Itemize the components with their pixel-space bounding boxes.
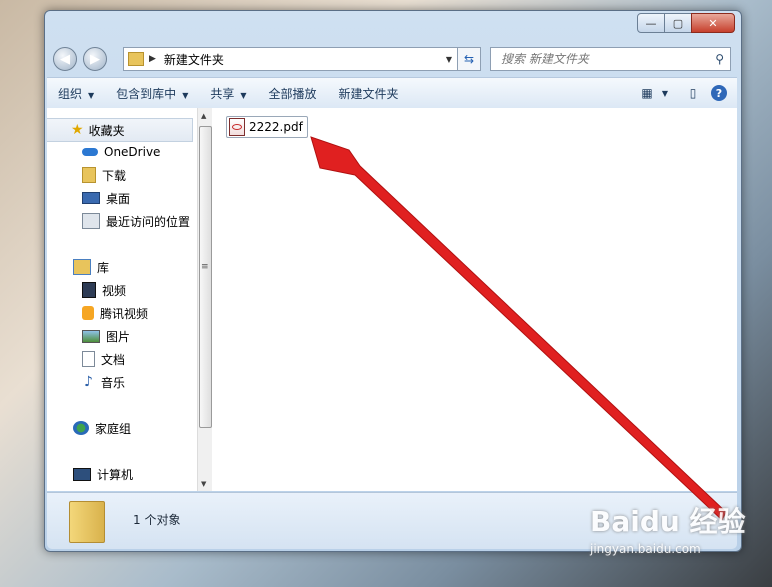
back-arrow-icon: ◀ — [60, 51, 70, 67]
nav-onedrive-label: OneDrive — [104, 145, 161, 159]
chevron-down-icon[interactable]: ▼ — [446, 55, 452, 64]
navigation-pane: ★ 收藏夹 OneDrive 下载 桌面 最近访问的位置 库 视频 腾讯视频 图… — [47, 108, 197, 491]
nav-pictures-label: 图片 — [106, 329, 131, 344]
nav-videos[interactable]: 视频 — [47, 279, 197, 301]
file-list[interactable]: 2222.pdf — [212, 108, 737, 491]
maximize-button[interactable]: ▢ — [664, 13, 692, 33]
nav-videos-label: 视频 — [102, 283, 127, 298]
item-count: 1 个对象 — [133, 513, 181, 527]
include-in-library-menu[interactable]: 包含到库中 ▼ — [105, 85, 199, 102]
refresh-icon: ⇆ — [463, 52, 475, 66]
homegroup-icon — [73, 421, 89, 435]
nav-pane-scrollbar[interactable]: ▲ ≡ ▼ — [197, 108, 212, 491]
chevron-down-icon: ▼ — [240, 90, 247, 100]
pictures-icon — [82, 329, 100, 343]
share-menu[interactable]: 共享 ▼ — [199, 85, 257, 102]
document-icon — [82, 351, 95, 367]
scrollbar-thumb[interactable] — [199, 126, 212, 428]
breadcrumb-current[interactable]: 新建文件夹 — [164, 51, 224, 68]
share-label: 共享 — [210, 86, 235, 101]
nav-homegroup-label: 家庭组 — [95, 421, 132, 436]
nav-libraries-label: 库 — [97, 260, 110, 275]
breadcrumb-separator-icon: ▶ — [149, 54, 156, 64]
scroll-down-icon[interactable]: ▼ — [201, 480, 206, 488]
view-dropdown-icon[interactable]: ▼ — [659, 89, 671, 98]
download-folder-icon — [82, 167, 96, 183]
nav-computer-label: 计算机 — [97, 467, 134, 482]
folder-icon — [128, 52, 144, 66]
watermark-brand: Baidu 经验 — [590, 505, 746, 538]
forward-arrow-icon: ▶ — [90, 51, 100, 67]
nav-music[interactable]: ♪ 音乐 — [47, 371, 197, 393]
address-bar[interactable]: ▶ 新建文件夹 ▼ — [123, 47, 459, 71]
back-button[interactable]: ◀ — [53, 47, 77, 71]
command-bar: 组织 ▼ 包含到库中 ▼ 共享 ▼ 全部播放 新建文件夹 ▦ ▼ ▯ ? — [47, 77, 737, 109]
video-icon — [82, 282, 96, 298]
explorer-window: — ▢ ✕ ◀ ▶ ▶ 新建文件夹 ▼ ⇆ ⚲ 组织 ▼ 包含到库中 ▼ 共享 ▼ 全… — [44, 10, 742, 552]
forward-button[interactable]: ▶ — [83, 47, 107, 71]
nav-documents-label: 文档 — [101, 352, 126, 367]
include-in-library-label: 包含到库中 — [116, 86, 177, 101]
help-icon[interactable]: ? — [711, 85, 727, 101]
nav-documents[interactable]: 文档 — [47, 348, 197, 370]
scroll-up-icon[interactable]: ▲ — [201, 112, 206, 120]
search-box[interactable]: ⚲ — [490, 47, 731, 71]
preview-pane-icon[interactable]: ▯ — [681, 86, 705, 100]
search-icon[interactable]: ⚲ — [715, 52, 724, 66]
cloud-icon — [82, 148, 98, 156]
pdf-file-icon — [229, 118, 245, 136]
nav-tencent-video-label: 腾讯视频 — [100, 306, 149, 321]
library-icon — [73, 259, 91, 275]
nav-recent[interactable]: 最近访问的位置 — [47, 210, 197, 232]
close-button[interactable]: ✕ — [691, 13, 735, 33]
nav-favorites[interactable]: ★ 收藏夹 — [47, 118, 193, 142]
star-icon: ★ — [71, 122, 84, 138]
nav-desktop-label: 桌面 — [106, 191, 131, 206]
view-options-icon[interactable]: ▦ — [635, 86, 659, 100]
computer-icon — [73, 467, 91, 481]
recent-places-icon — [82, 213, 100, 229]
nav-onedrive[interactable]: OneDrive — [47, 141, 197, 163]
nav-computer[interactable]: 计算机 — [47, 463, 197, 485]
file-item[interactable]: 2222.pdf — [226, 116, 308, 138]
nav-homegroup[interactable]: 家庭组 — [47, 417, 197, 439]
chevron-down-icon: ▼ — [182, 90, 189, 100]
organize-menu[interactable]: 组织 ▼ — [47, 85, 105, 102]
nav-desktop[interactable]: 桌面 — [47, 187, 197, 209]
baidu-watermark: Baidu 经验 jingyan.baidu.com — [590, 500, 746, 556]
refresh-button[interactable]: ⇆ — [457, 47, 481, 71]
nav-downloads[interactable]: 下载 — [47, 164, 197, 186]
scrollbar-grip-icon: ≡ — [201, 262, 209, 272]
nav-pictures[interactable]: 图片 — [47, 325, 197, 347]
caption-buttons: — ▢ ✕ — [637, 13, 735, 33]
minimize-button[interactable]: — — [637, 13, 665, 33]
new-folder-button[interactable]: 新建文件夹 — [328, 85, 410, 102]
file-name: 2222.pdf — [249, 120, 303, 134]
nav-favorites-label: 收藏夹 — [88, 123, 125, 138]
nav-music-label: 音乐 — [100, 375, 125, 390]
watermark-url: jingyan.baidu.com — [590, 542, 701, 556]
folder-icon — [69, 501, 105, 543]
view-controls: ▦ ▼ ▯ ? — [635, 85, 737, 101]
music-note-icon: ♪ — [84, 374, 93, 390]
play-all-button[interactable]: 全部播放 — [258, 85, 328, 102]
tencent-video-icon — [82, 306, 94, 320]
desktop-icon — [82, 192, 100, 204]
organize-label: 组织 — [58, 86, 83, 101]
nav-libraries[interactable]: 库 — [47, 256, 197, 278]
nav-tencent-video[interactable]: 腾讯视频 — [47, 302, 197, 324]
search-input[interactable] — [499, 51, 716, 67]
chevron-down-icon: ▼ — [88, 90, 95, 100]
nav-downloads-label: 下载 — [102, 168, 127, 183]
nav-recent-label: 最近访问的位置 — [106, 214, 191, 229]
